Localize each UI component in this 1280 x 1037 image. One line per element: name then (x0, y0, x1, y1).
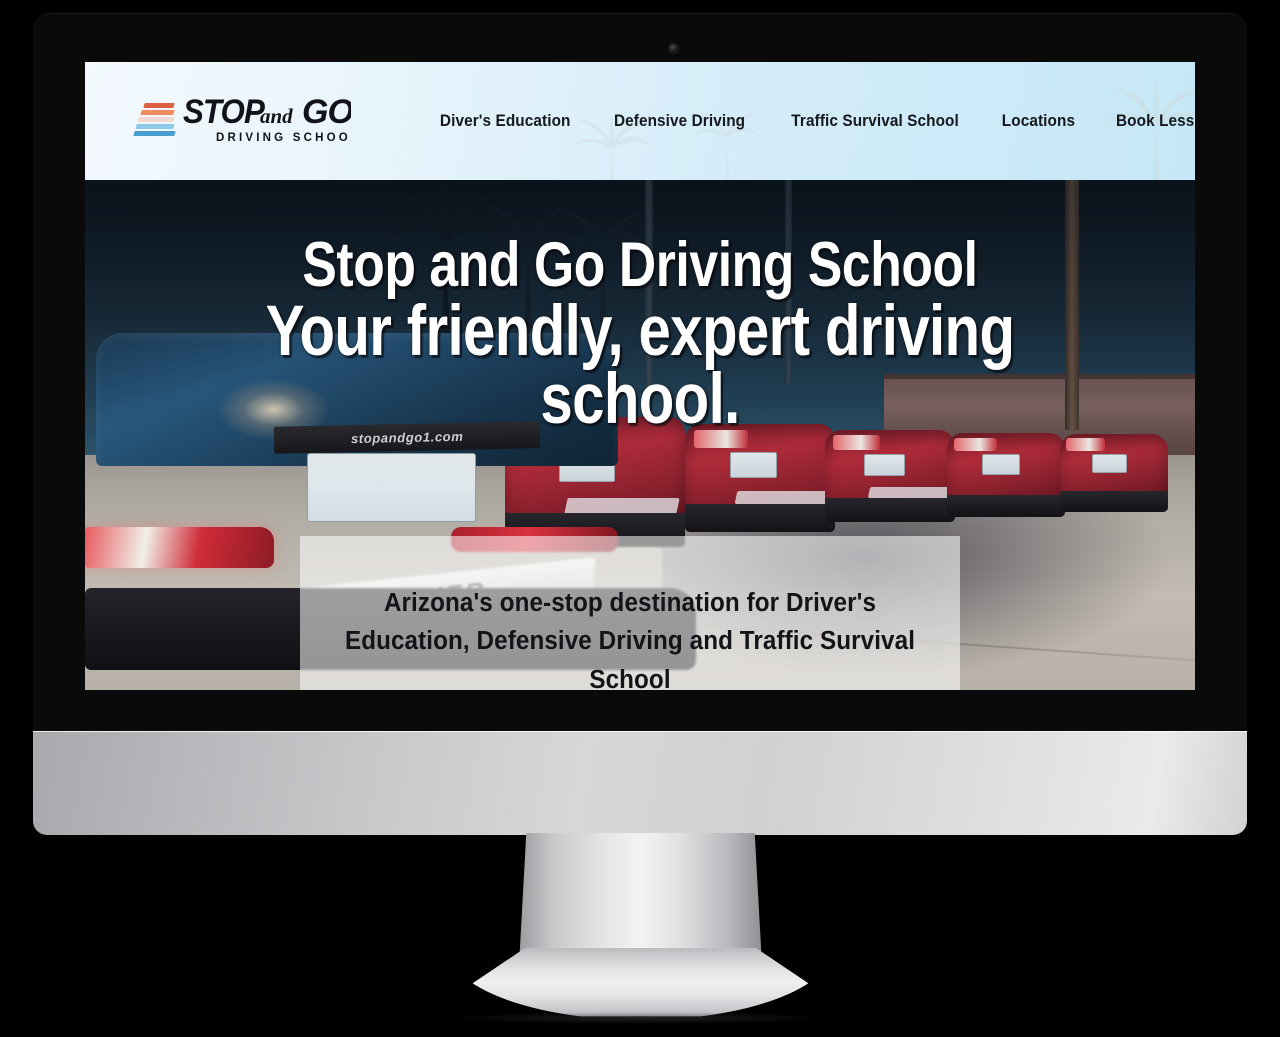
nav-item-defensive-driving[interactable]: Defensive Driving (614, 112, 745, 131)
screen-viewport: STOP and GO DRIVING SCHOOL Diver's Educa… (85, 62, 1195, 690)
nav-item-divers-education[interactable]: Diver's Education (440, 112, 571, 131)
site-header: STOP and GO DRIVING SCHOOL Diver's Educa… (85, 62, 1195, 180)
svg-text:STOP: STOP (183, 93, 265, 130)
svg-text:and: and (260, 104, 293, 128)
hero-title-line-2: Your friendly, expert driving school. (265, 291, 1015, 440)
webcam-dot-icon (669, 44, 678, 53)
monitor-stand-neck (519, 833, 762, 965)
monitor-stand-shadow (452, 1012, 828, 1024)
main-navigation: Diver's Education Defensive Driving Traf… (435, 112, 1195, 131)
monitor-stand-foot (448, 948, 833, 1017)
logo-wordmark: STOP and GO DRIVING SCHOOL (183, 93, 351, 144)
brand-logo[interactable]: STOP and GO DRIVING SCHOOL (133, 93, 351, 149)
monitor-mockup: STOP and GO DRIVING SCHOOL Diver's Educa… (0, 0, 1280, 1037)
hero-content: Stop and Go Driving School Your friendly… (85, 180, 1195, 690)
svg-text:GO: GO (302, 93, 351, 131)
hero-heading: Stop and Go Driving School Your friendly… (85, 230, 1195, 440)
hero-text-panel (300, 536, 960, 690)
svg-text:DRIVING SCHOOL: DRIVING SCHOOL (216, 132, 351, 144)
nav-item-locations[interactable]: Locations (1001, 112, 1074, 131)
palm-tree-decoration-icon (1101, 82, 1195, 180)
nav-item-book-lessons[interactable]: Book Lessons (1116, 112, 1195, 131)
hero-title-line-1: Stop and Go Driving School (302, 230, 978, 301)
hero-section: stopandgo1.com STUDENT DRIVER Stop and G… (85, 180, 1195, 690)
striped-flag-icon (133, 102, 179, 140)
nav-item-traffic-survival-school[interactable]: Traffic Survival School (791, 112, 959, 131)
monitor-chin (33, 731, 1247, 835)
